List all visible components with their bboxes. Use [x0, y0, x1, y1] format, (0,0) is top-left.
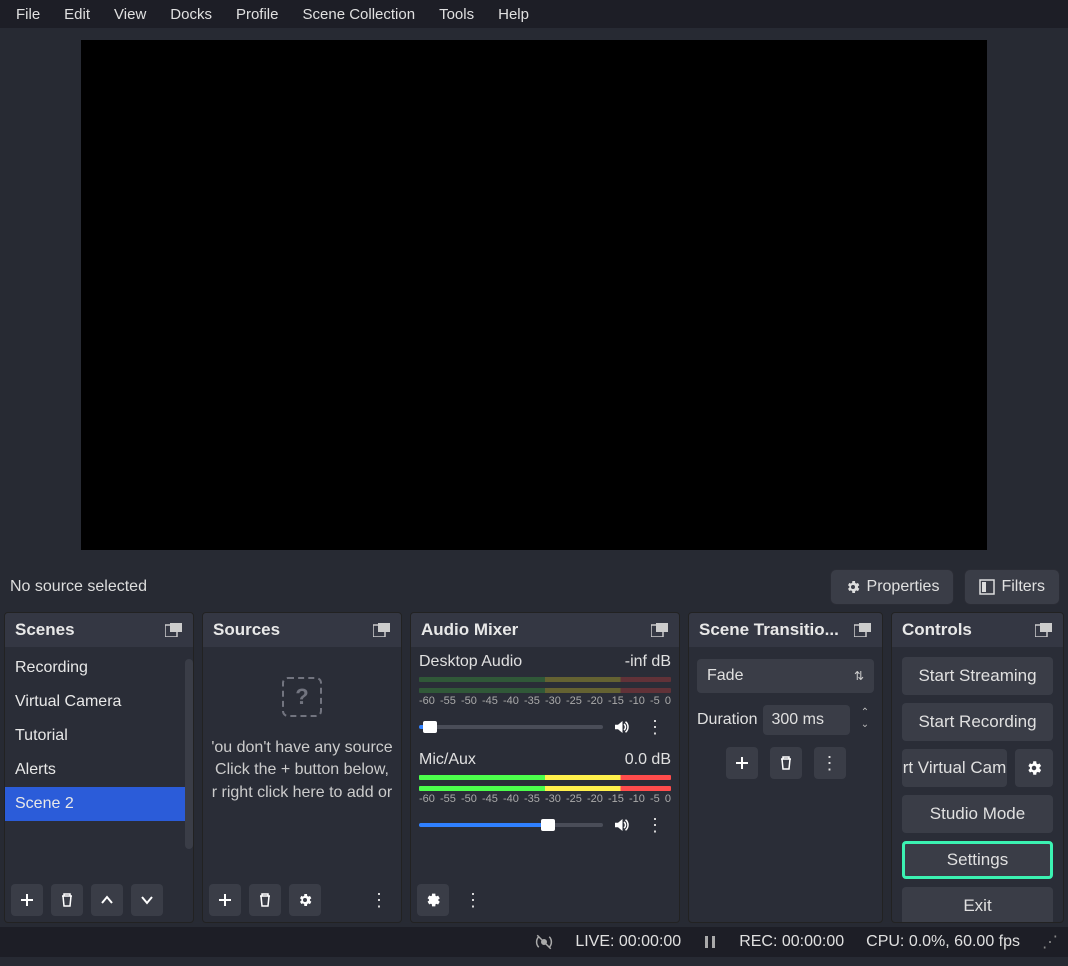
menu-tools[interactable]: Tools	[427, 2, 486, 27]
track-db: -inf dB	[625, 653, 671, 671]
properties-button[interactable]: Properties	[830, 569, 955, 605]
filters-label: Filters	[1001, 578, 1045, 596]
popout-icon[interactable]	[373, 623, 391, 637]
popout-icon[interactable]	[854, 623, 872, 637]
move-scene-down-button[interactable]	[131, 884, 163, 916]
transitions-title: Scene Transitio...	[699, 620, 839, 640]
sources-empty-state[interactable]: ? 'ou don't have any source Click the + …	[203, 647, 401, 810]
exit-button[interactable]: Exit	[902, 887, 1053, 923]
broadcast-icon	[535, 933, 553, 951]
audio-meter	[419, 775, 671, 780]
popout-icon[interactable]	[651, 623, 669, 637]
updown-icon: ⇅	[854, 669, 864, 683]
scenes-title: Scenes	[15, 620, 75, 640]
audio-meter	[419, 786, 671, 791]
popout-icon[interactable]	[1035, 623, 1053, 637]
start-recording-button[interactable]: Start Recording	[902, 703, 1053, 741]
meter-ticks: -60-55-50-45-40-35-30-25-20-15-10-50	[419, 695, 671, 707]
scene-item-recording[interactable]: Recording	[5, 651, 193, 685]
gear-icon	[845, 579, 861, 595]
menu-docks[interactable]: Docks	[158, 2, 224, 27]
filters-icon	[979, 579, 995, 595]
resize-grip-icon[interactable]: ⋰	[1042, 932, 1058, 952]
delete-scene-button[interactable]	[51, 884, 83, 916]
volume-slider[interactable]	[419, 823, 603, 827]
start-streaming-button[interactable]: Start Streaming	[902, 657, 1053, 695]
scene-item-virtual-camera[interactable]: Virtual Camera	[5, 685, 193, 719]
duration-input[interactable]: 300 ms	[763, 705, 850, 735]
audio-mixer-dock: Audio Mixer Desktop Audio -inf dB -60-55…	[410, 612, 680, 923]
audio-meter	[419, 677, 671, 682]
transition-select[interactable]: Fade ⇅	[697, 659, 874, 693]
mixer-advanced-button[interactable]	[417, 884, 449, 916]
transitions-dock: Scene Transitio... Fade ⇅ Duration 300 m…	[688, 612, 883, 923]
source-status-text: No source selected	[8, 578, 147, 596]
docks-container: Scenes Recording Virtual Camera Tutorial…	[0, 612, 1068, 927]
track-name: Desktop Audio	[419, 653, 522, 671]
preview-area	[0, 28, 1068, 562]
transition-menu-button[interactable]	[814, 747, 846, 779]
add-source-button[interactable]	[209, 884, 241, 916]
source-menu-button[interactable]	[363, 884, 395, 916]
move-scene-up-button[interactable]	[91, 884, 123, 916]
menu-bar: File Edit View Docks Profile Scene Colle…	[0, 0, 1068, 28]
scenes-scrollbar[interactable]	[185, 659, 193, 849]
delete-transition-button[interactable]	[770, 747, 802, 779]
sources-dock: Sources ? 'ou don't have any source Clic…	[202, 612, 402, 923]
menu-scene-collection[interactable]: Scene Collection	[291, 2, 428, 27]
mixer-menu-button[interactable]	[457, 884, 489, 916]
meter-ticks: -60-55-50-45-40-35-30-25-20-15-10-50	[419, 793, 671, 805]
speaker-icon[interactable]	[611, 816, 631, 834]
sources-empty-line-1: 'ou don't have any source	[203, 737, 401, 759]
scenes-dock: Scenes Recording Virtual Camera Tutorial…	[4, 612, 194, 923]
mixer-track-desktop-audio: Desktop Audio -inf dB -60-55-50-45-40-35…	[411, 647, 679, 745]
scene-item-tutorial[interactable]: Tutorial	[5, 719, 193, 753]
add-transition-button[interactable]	[726, 747, 758, 779]
menu-view[interactable]: View	[102, 2, 158, 27]
status-bar: LIVE: 00:00:00 REC: 00:00:00 CPU: 0.0%, …	[0, 927, 1068, 957]
source-settings-button[interactable]	[289, 884, 321, 916]
filters-button[interactable]: Filters	[964, 569, 1060, 605]
duration-label: Duration	[697, 711, 757, 729]
track-db: 0.0 dB	[625, 751, 671, 769]
controls-title: Controls	[902, 620, 972, 640]
audio-meter	[419, 688, 671, 693]
properties-label: Properties	[867, 578, 940, 596]
sources-empty-line-3: r right click here to add or	[203, 782, 401, 804]
volume-slider[interactable]	[419, 725, 603, 729]
menu-help[interactable]: Help	[486, 2, 541, 27]
studio-mode-button[interactable]: Studio Mode	[902, 795, 1053, 833]
scenes-list[interactable]: Recording Virtual Camera Tutorial Alerts…	[5, 647, 193, 878]
duration-value: 300 ms	[771, 711, 823, 729]
duration-step-down[interactable]: ⌄	[856, 720, 874, 732]
settings-button[interactable]: Settings	[902, 841, 1053, 879]
sources-empty-line-2: Click the + button below,	[203, 759, 401, 781]
virtual-cam-settings-button[interactable]	[1015, 749, 1053, 787]
question-icon: ?	[282, 677, 322, 717]
preview-canvas[interactable]	[81, 40, 987, 550]
menu-edit[interactable]: Edit	[52, 2, 102, 27]
mixer-track-mic-aux: Mic/Aux 0.0 dB -60-55-50-45-40-35-30-25-…	[411, 745, 679, 843]
scene-item-scene-2[interactable]: Scene 2	[5, 787, 193, 821]
track-menu-button[interactable]	[639, 809, 671, 841]
track-menu-button[interactable]	[639, 711, 671, 743]
live-timer: LIVE: 00:00:00	[575, 933, 681, 951]
add-scene-button[interactable]	[11, 884, 43, 916]
speaker-icon[interactable]	[611, 718, 631, 736]
controls-dock: Controls Start Streaming Start Recording…	[891, 612, 1064, 923]
track-name: Mic/Aux	[419, 751, 476, 769]
sources-title: Sources	[213, 620, 280, 640]
pause-icon	[703, 935, 717, 949]
cpu-status: CPU: 0.0%, 60.00 fps	[866, 933, 1020, 951]
source-toolbar: No source selected Properties Filters	[0, 562, 1068, 612]
mixer-title: Audio Mixer	[421, 620, 518, 640]
rec-timer: REC: 00:00:00	[739, 933, 844, 951]
start-virtual-cam-button[interactable]: rt Virtual Cam	[902, 749, 1007, 787]
popout-icon[interactable]	[165, 623, 183, 637]
scene-item-alerts[interactable]: Alerts	[5, 753, 193, 787]
transition-selected: Fade	[707, 667, 743, 685]
delete-source-button[interactable]	[249, 884, 281, 916]
menu-profile[interactable]: Profile	[224, 2, 291, 27]
menu-file[interactable]: File	[4, 2, 52, 27]
